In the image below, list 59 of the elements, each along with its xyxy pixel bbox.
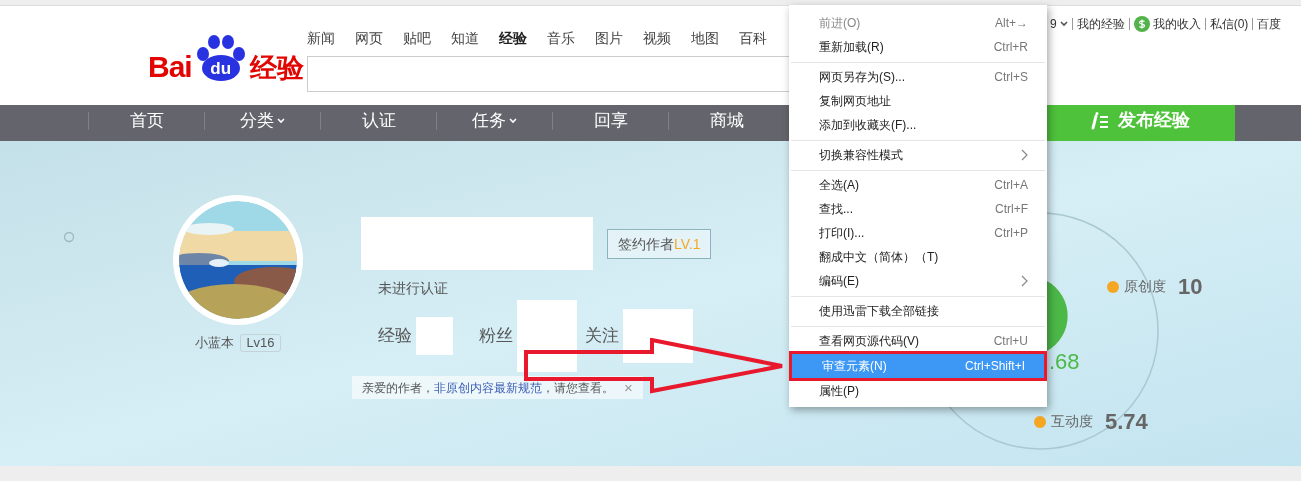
nav-link[interactable]: 回享 bbox=[593, 108, 628, 133]
menu-item[interactable]: 网页另存为(S)... Ctrl+S bbox=[789, 65, 1047, 89]
score-value: .68 bbox=[1049, 351, 1080, 373]
redacted-block bbox=[416, 317, 453, 355]
user-name: 小蓝本 bbox=[195, 334, 235, 352]
redacted-block bbox=[517, 300, 577, 372]
menu-item[interactable]: 属性(P) bbox=[789, 379, 1047, 403]
chevron-right-icon bbox=[1021, 149, 1028, 161]
metric-label: 原创度 bbox=[1124, 277, 1166, 296]
menu-item[interactable]: 使用迅雷下载全部链接 bbox=[789, 299, 1047, 323]
chevron-right-icon bbox=[1021, 275, 1028, 287]
search-tab[interactable]: 图片 bbox=[585, 26, 633, 50]
menu-item[interactable]: 查看网页源代码(V) Ctrl+U bbox=[789, 329, 1047, 353]
search-tab[interactable]: 贴吧 bbox=[393, 26, 441, 50]
search-tab[interactable]: 百科 bbox=[729, 26, 777, 50]
menu-item[interactable]: 编码(E) bbox=[789, 269, 1047, 293]
nav-link[interactable]: 任务 bbox=[472, 108, 517, 133]
metric-value: 5.74 bbox=[1105, 408, 1148, 436]
menu-item[interactable]: 翻成中文（简体）（T) bbox=[789, 245, 1047, 269]
menu-item[interactable]: 查找... Ctrl+F bbox=[789, 197, 1047, 221]
menu-item[interactable]: 重新加载(R) Ctrl+R bbox=[789, 35, 1047, 59]
top-link[interactable]: 私信(0) bbox=[1209, 14, 1249, 34]
menu-item[interactable]: 打印(I)... Ctrl+P bbox=[789, 221, 1047, 245]
count-label: 关注 bbox=[585, 325, 619, 348]
nav-link[interactable]: 商城 bbox=[709, 108, 744, 133]
search-tab[interactable]: 经验 bbox=[489, 26, 537, 50]
search-tab[interactable]: 知道 bbox=[441, 26, 489, 50]
nav-link[interactable]: 分类 bbox=[240, 108, 285, 133]
count-label: 经验 bbox=[378, 325, 412, 348]
nav-link[interactable]: 认证 bbox=[361, 108, 396, 133]
menu-item[interactable]: 添加到收藏夹(F)... bbox=[789, 113, 1047, 137]
dot-icon bbox=[1034, 415, 1046, 428]
top-link[interactable]: 百度 bbox=[1257, 14, 1282, 34]
notice-text: 亲爱的作者，非原创内容最新规范，请您查看。 bbox=[362, 379, 614, 397]
rules-link[interactable]: 非原创内容最新规范 bbox=[434, 380, 542, 395]
nav-link[interactable]: 首页 bbox=[129, 108, 164, 133]
search-tab[interactable]: 视频 bbox=[633, 26, 681, 50]
metric-label: 互动度 bbox=[1051, 412, 1093, 431]
search-tab[interactable]: 音乐 bbox=[537, 26, 585, 50]
level-badge: Lv16 bbox=[240, 333, 281, 352]
pen-list-icon bbox=[1090, 111, 1110, 130]
dot-icon bbox=[1107, 280, 1119, 293]
chart-arc bbox=[1047, 281, 1069, 351]
menu-item[interactable]: 切换兼容性模式 bbox=[789, 143, 1047, 167]
menu-item[interactable]: 复制网页地址 bbox=[789, 89, 1047, 113]
author-badge: 签约作者LV.1 bbox=[607, 228, 712, 259]
metric-value: 10 bbox=[1178, 273, 1203, 301]
verification-status: 未进行认证 bbox=[378, 279, 449, 298]
top-link[interactable]: 我的经验 bbox=[1076, 14, 1125, 34]
search-tab[interactable]: 网页 bbox=[345, 26, 393, 50]
ring-dot-icon bbox=[63, 231, 75, 243]
redacted-block bbox=[623, 309, 693, 363]
menu-item[interactable]: 全选(A) Ctrl+A bbox=[789, 173, 1047, 197]
search-tab[interactable]: 地图 bbox=[681, 26, 729, 50]
top-link[interactable]: 9 bbox=[1050, 14, 1057, 34]
count-label: 粉丝 bbox=[479, 325, 513, 348]
caret-icon bbox=[1059, 21, 1068, 27]
dollar-coin-icon bbox=[1133, 16, 1150, 32]
top-link[interactable]: 我的收入 bbox=[1152, 14, 1201, 34]
